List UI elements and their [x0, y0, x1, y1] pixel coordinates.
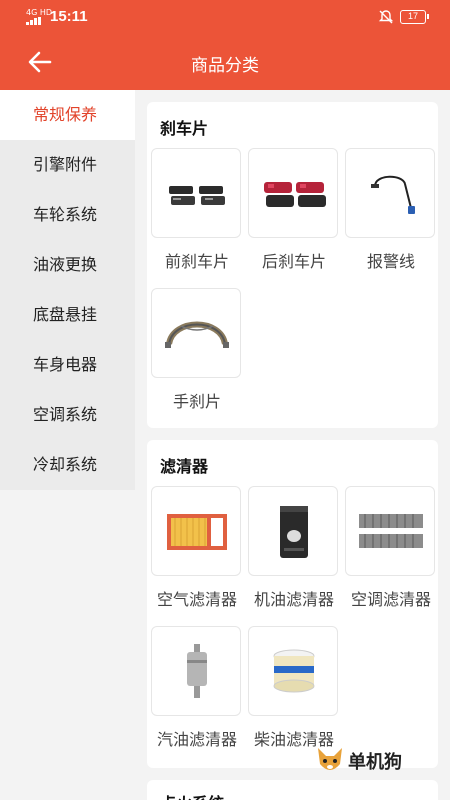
sidebar-item-electrical[interactable]: 车身电器	[0, 340, 135, 390]
alarm-wire-icon	[371, 175, 415, 214]
product-label: 机油滤清器	[253, 590, 334, 609]
watermark: 单机狗	[314, 744, 424, 776]
product-label: 空气滤清器	[156, 590, 237, 609]
sidebar-item-fluids[interactable]: 油液更换	[0, 240, 135, 290]
product-label: 汽油滤清器	[156, 730, 237, 749]
product-tile[interactable]	[248, 486, 338, 576]
section-card-brake: 刹车片 前刹车片 后刹车片 报警线 手刹片	[147, 102, 438, 428]
cabin-filter-icon	[359, 514, 423, 548]
status-bar: 4G HD 15:11 17	[0, 0, 450, 34]
section-title: 滤清器	[160, 457, 209, 476]
sidebar-item-chassis[interactable]: 底盘悬挂	[0, 290, 135, 340]
sidebar-item-cooling[interactable]: 冷却系统	[0, 440, 135, 490]
product-tile[interactable]	[345, 148, 435, 238]
product-tile[interactable]	[151, 626, 241, 716]
product-tile[interactable]	[151, 148, 241, 238]
product-label: 报警线	[366, 252, 415, 271]
product-tile[interactable]	[248, 626, 338, 716]
rear-brake-pad-icon	[264, 182, 326, 207]
nav-bar: 商品分类	[0, 38, 450, 86]
signal-icon	[26, 17, 46, 25]
sidebar-item-maintenance[interactable]: 常规保养	[0, 90, 135, 140]
battery-icon: 17	[400, 10, 429, 24]
mute-icon	[378, 10, 394, 24]
clock: 15:11	[50, 8, 88, 25]
front-brake-pad-icon	[169, 186, 225, 205]
product-label: 后刹车片	[261, 252, 326, 271]
sidebar-item-ac[interactable]: 空调系统	[0, 390, 135, 440]
section-title: 刹车片	[160, 119, 209, 138]
air-filter-icon	[167, 514, 227, 550]
product-tile[interactable]	[345, 486, 435, 576]
dog-logo-icon	[318, 748, 342, 770]
product-tile[interactable]	[151, 486, 241, 576]
product-label: 空调滤清器	[350, 590, 431, 609]
oil-filter-icon	[280, 506, 308, 558]
product-tile[interactable]	[151, 288, 241, 378]
app-header: 4G HD 15:11 17 商品分类	[0, 0, 450, 90]
section-title: 点火系统	[160, 790, 224, 800]
product-label: 前刹车片	[164, 252, 229, 271]
product-label: 手刹片	[172, 392, 221, 411]
fuel-filter-icon	[187, 644, 207, 698]
diesel-filter-icon	[273, 649, 315, 693]
category-sidebar: 常规保养 引擎附件 车轮系统 油液更换 底盘悬挂 车身电器 空调系统 冷却系统	[0, 90, 135, 490]
product-tile[interactable]	[248, 148, 338, 238]
sidebar-item-engine[interactable]: 引擎附件	[0, 140, 135, 190]
handbrake-shoe-icon	[165, 321, 229, 348]
watermark-text: 单机狗	[348, 752, 402, 773]
page-title: 商品分类	[191, 56, 259, 76]
section-card-filter: 滤清器 空气滤清器 机油滤清器 空调滤清器 汽油滤清器 柴油滤清器	[147, 440, 438, 768]
network-indicator: 4G HD	[26, 8, 53, 17]
section-card-ignition: 点火系统	[147, 780, 438, 800]
sidebar-item-wheels[interactable]: 车轮系统	[0, 190, 135, 240]
